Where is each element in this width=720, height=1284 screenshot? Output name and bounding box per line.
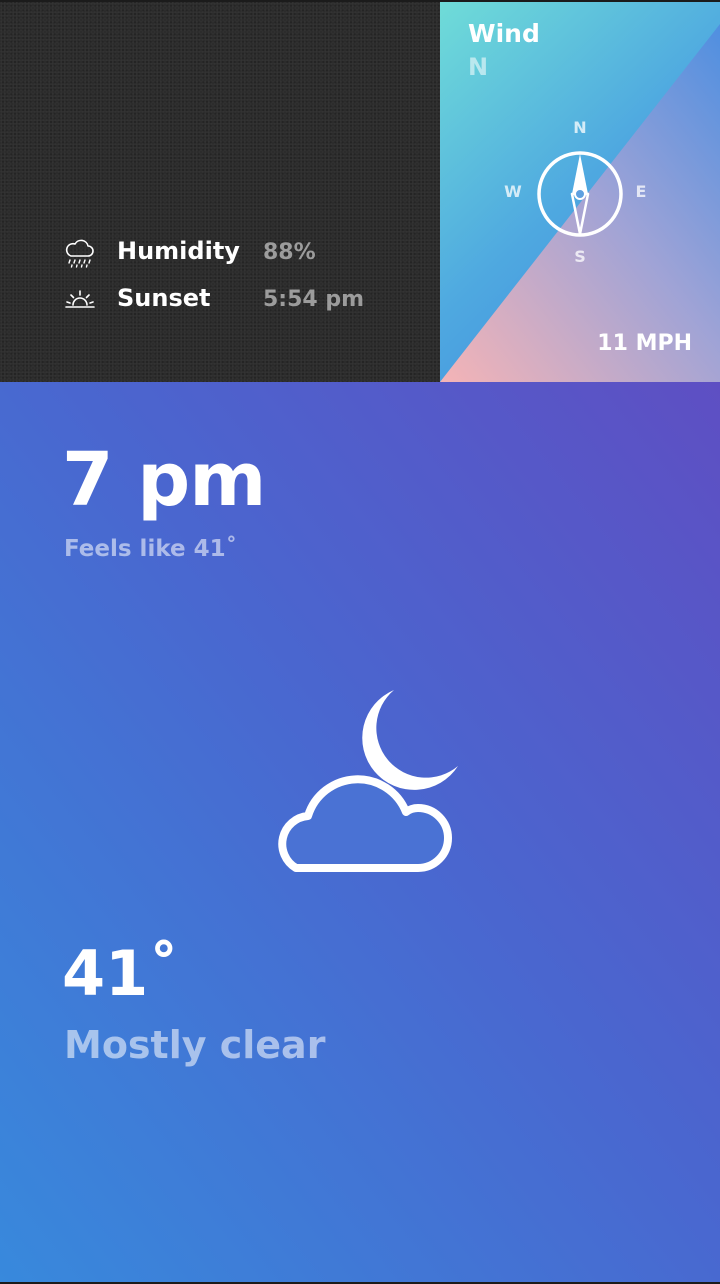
compass-east: E [635, 182, 647, 201]
condition: Mostly clear [64, 1023, 326, 1067]
cloud-moon-icon [278, 690, 458, 872]
sunset-value: 5:54 pm [263, 287, 365, 312]
forecast-time: 7 pm [62, 437, 266, 523]
details-panel: Humidity 88% Sunset 5:54 pm [0, 2, 440, 382]
weather-app: Humidity 88% Sunset 5:54 pm Wind N N W E… [0, 0, 720, 1284]
compass-icon: N W E S [498, 116, 662, 272]
wind-direction: N [468, 53, 489, 81]
compass-north: N [573, 118, 587, 137]
rain-cloud-icon [64, 238, 96, 268]
compass-dial [537, 151, 623, 237]
humidity-row: Humidity 88% [64, 234, 404, 270]
feels-like: Feels like 41˚ [64, 536, 238, 562]
compass-west: W [504, 182, 522, 201]
sunset-label: Sunset [117, 284, 211, 312]
sunset-icon [64, 285, 96, 315]
wind-speed: 11 MPH [597, 331, 692, 356]
forecast-panel: 7 pm Feels like 41˚ 41˚ Mostly clear [0, 382, 720, 1282]
temperature: 41˚ [62, 937, 180, 1010]
humidity-value: 88% [263, 240, 316, 265]
sunset-row: Sunset 5:54 pm [64, 281, 404, 317]
compass-south: S [574, 247, 586, 266]
wind-title: Wind [468, 19, 540, 48]
wind-panel: Wind N N W E S 11 MPH [440, 2, 720, 382]
humidity-label: Humidity [117, 237, 240, 265]
